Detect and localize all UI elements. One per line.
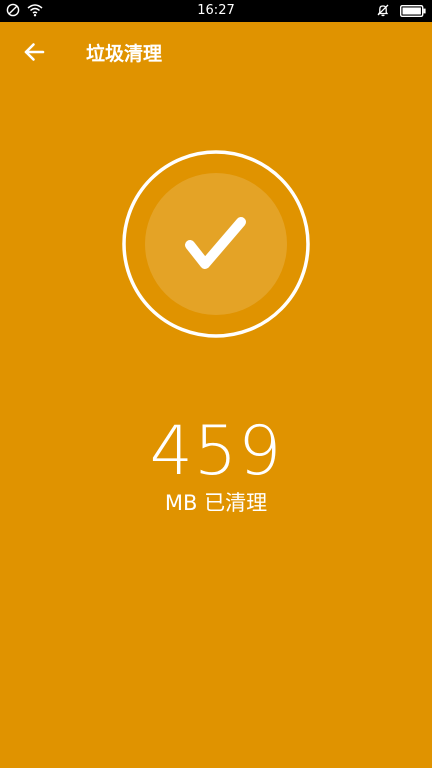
alarm-off-icon	[376, 2, 390, 21]
success-badge	[121, 149, 311, 339]
status-right-icons	[376, 3, 426, 19]
arrow-left-icon	[23, 42, 45, 66]
cleaned-size-caption: MB 已清理	[164, 491, 268, 515]
page-title: 垃圾清理	[86, 43, 163, 65]
status-bar: 16:27	[0, 0, 432, 22]
back-button[interactable]	[18, 38, 50, 70]
app-bar: 垃圾清理	[0, 22, 432, 86]
battery-icon	[399, 2, 426, 21]
status-time: 16:27	[197, 3, 235, 18]
cleaned-size-value: 459	[149, 412, 283, 491]
